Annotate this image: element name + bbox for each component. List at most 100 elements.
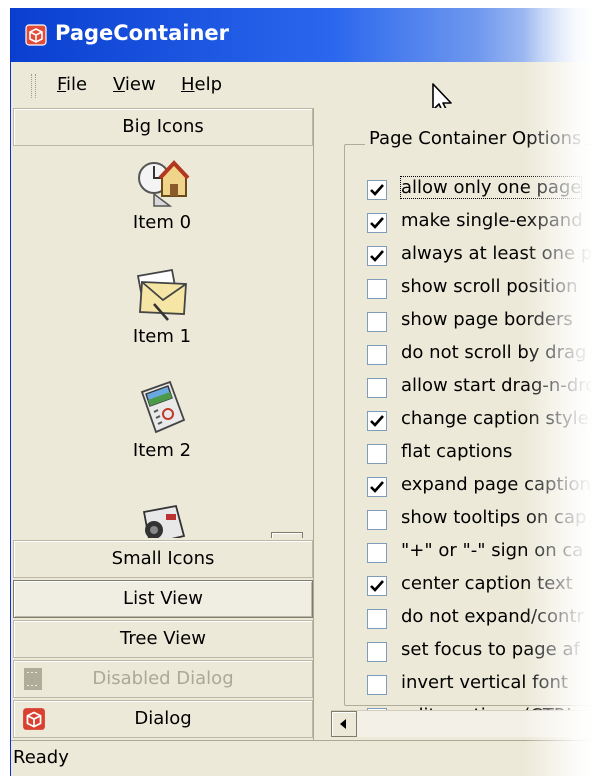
page-caption-disabled-dialog: Disabled Dialog bbox=[13, 660, 313, 698]
page-caption-dialog-label: Dialog bbox=[134, 708, 192, 729]
option-center-caption-text[interactable]: center caption text bbox=[367, 572, 593, 605]
main-window: PageContainer File View Help Big Icons I… bbox=[10, 8, 593, 776]
checkbox[interactable] bbox=[367, 609, 387, 629]
menu-help[interactable]: Help bbox=[181, 74, 222, 95]
checkbox[interactable] bbox=[367, 477, 387, 497]
option-label: show scroll position bbox=[401, 276, 578, 297]
page-caption-small-icons[interactable]: Small Icons bbox=[13, 540, 313, 578]
option-label: "+" or "-" sign on ca bbox=[401, 540, 584, 561]
option-label: invert vertical font bbox=[401, 672, 568, 693]
camera-icon bbox=[142, 504, 186, 538]
menu-file-rest: ile bbox=[66, 74, 88, 95]
menu-file-accel: F bbox=[57, 74, 67, 95]
page-caption-dialog[interactable]: Dialog bbox=[13, 700, 313, 738]
window-title: PageContainer bbox=[55, 21, 230, 45]
big-icon-item-0-label: Item 0 bbox=[132, 212, 192, 233]
menu-file[interactable]: File bbox=[57, 74, 87, 95]
option-label: make single-expand bbox=[401, 210, 583, 231]
menu-bar: File View Help bbox=[11, 62, 593, 108]
checkbox[interactable] bbox=[367, 345, 387, 365]
big-icon-item-2-label: Item 2 bbox=[132, 440, 192, 461]
page-caption-tree-view-label: Tree View bbox=[120, 628, 206, 649]
page-container-pane: Big Icons Item 0 Item 1 Item 2 Small Ico… bbox=[11, 108, 313, 740]
option-label: flat captions bbox=[401, 441, 513, 462]
option-set-focus-to-page[interactable]: set focus to page af bbox=[367, 638, 593, 671]
house-clock-icon bbox=[138, 160, 190, 207]
page-caption-small-icons-label: Small Icons bbox=[111, 548, 215, 569]
page-caption-big-icons-label: Big Icons bbox=[122, 116, 204, 137]
big-icon-item-0[interactable]: Item 0 bbox=[13, 152, 311, 233]
option-label: allow only one page bbox=[399, 176, 583, 199]
option-label: allow start drag-n-dro bbox=[401, 375, 593, 396]
menu-help-accel: H bbox=[181, 74, 195, 95]
option-label: always at least one p bbox=[401, 243, 593, 264]
option-plus-minus-sign[interactable]: "+" or "-" sign on ca bbox=[367, 539, 593, 572]
option-allow-start-drag-n-drop[interactable]: allow start drag-n-dro bbox=[367, 374, 593, 407]
option-show-page-borders[interactable]: show page borders bbox=[367, 308, 593, 341]
big-icon-item-1-label: Item 1 bbox=[132, 326, 192, 347]
option-label: set focus to page af bbox=[401, 639, 580, 660]
checkmark-icon bbox=[370, 250, 384, 262]
checkbox[interactable] bbox=[367, 444, 387, 464]
scroll-left-button[interactable] bbox=[331, 711, 357, 737]
app-cube-icon bbox=[25, 24, 47, 46]
option-change-caption-style[interactable]: change caption style bbox=[367, 407, 593, 440]
option-expand-page-caption[interactable]: expand page caption bbox=[367, 473, 593, 506]
option-label: do not expand/contr bbox=[401, 606, 584, 627]
checkbox[interactable] bbox=[367, 642, 387, 662]
status-text: Ready bbox=[13, 747, 69, 768]
option-label: expand page caption bbox=[401, 474, 591, 495]
big-icon-item-2[interactable]: Item 2 bbox=[13, 380, 311, 461]
checkbox[interactable] bbox=[367, 411, 387, 431]
calculator-icon bbox=[140, 380, 186, 434]
checkbox[interactable] bbox=[367, 576, 387, 596]
big-icons-area: Item 0 Item 1 Item 2 bbox=[13, 146, 311, 538]
option-show-scroll-position[interactable]: show scroll position bbox=[367, 275, 593, 308]
page-caption-tree-view[interactable]: Tree View bbox=[13, 620, 313, 658]
checkmark-icon bbox=[370, 184, 384, 196]
page-caption-disabled-dialog-label: Disabled Dialog bbox=[92, 668, 234, 689]
big-icon-item-1[interactable]: Item 1 bbox=[13, 266, 311, 347]
menu-grip-handle[interactable] bbox=[31, 74, 36, 98]
title-bar[interactable]: PageContainer bbox=[11, 8, 593, 62]
checkbox[interactable] bbox=[367, 279, 387, 299]
horizontal-scrollbar[interactable] bbox=[331, 710, 593, 737]
option-flat-captions[interactable]: flat captions bbox=[367, 440, 593, 473]
arrow-left-icon bbox=[340, 719, 346, 729]
status-bar: Ready bbox=[11, 740, 593, 776]
checkbox[interactable] bbox=[367, 510, 387, 530]
checkbox[interactable] bbox=[367, 378, 387, 398]
option-always-at-least-one[interactable]: always at least one p bbox=[367, 242, 593, 275]
menu-help-rest: elp bbox=[194, 74, 223, 95]
option-make-single-expand[interactable]: make single-expand bbox=[367, 209, 593, 242]
checkmark-icon bbox=[370, 580, 384, 592]
option-invert-vertical-font[interactable]: invert vertical font bbox=[367, 671, 593, 704]
page-caption-list-view-label: List View bbox=[123, 588, 203, 609]
checkmark-icon bbox=[370, 217, 384, 229]
option-allow-only-one-page[interactable]: allow only one page bbox=[367, 176, 593, 209]
arrow-down-icon bbox=[272, 533, 302, 538]
page-caption-big-icons[interactable]: Big Icons bbox=[13, 108, 313, 146]
dialog-cube-icon bbox=[23, 708, 45, 730]
option-label: do not scroll by drag bbox=[401, 342, 587, 363]
option-label: show page borders bbox=[401, 309, 573, 330]
option-do-not-scroll-by-drag[interactable]: do not scroll by drag bbox=[367, 341, 593, 374]
checkbox[interactable] bbox=[367, 675, 387, 695]
option-do-not-expand-contract[interactable]: do not expand/contr bbox=[367, 605, 593, 638]
checkbox[interactable] bbox=[367, 213, 387, 233]
option-label: change caption style bbox=[401, 408, 589, 429]
option-label: show tooltips on cap bbox=[401, 507, 587, 528]
page-caption-list-view[interactable]: List View bbox=[13, 580, 313, 618]
menu-view[interactable]: View bbox=[113, 74, 156, 95]
options-group-title: Page Container Options bbox=[365, 128, 586, 149]
scroll-down-button[interactable] bbox=[271, 532, 303, 538]
checkbox[interactable] bbox=[367, 246, 387, 266]
option-show-tooltips-on-captions[interactable]: show tooltips on cap bbox=[367, 506, 593, 539]
checkbox[interactable] bbox=[367, 312, 387, 332]
option-label: center caption text bbox=[401, 573, 573, 594]
big-icon-item-3[interactable] bbox=[13, 496, 311, 538]
menu-view-rest: iew bbox=[124, 74, 156, 95]
checkbox[interactable] bbox=[367, 180, 387, 200]
disabled-page-icon bbox=[24, 668, 42, 690]
checkbox[interactable] bbox=[367, 543, 387, 563]
